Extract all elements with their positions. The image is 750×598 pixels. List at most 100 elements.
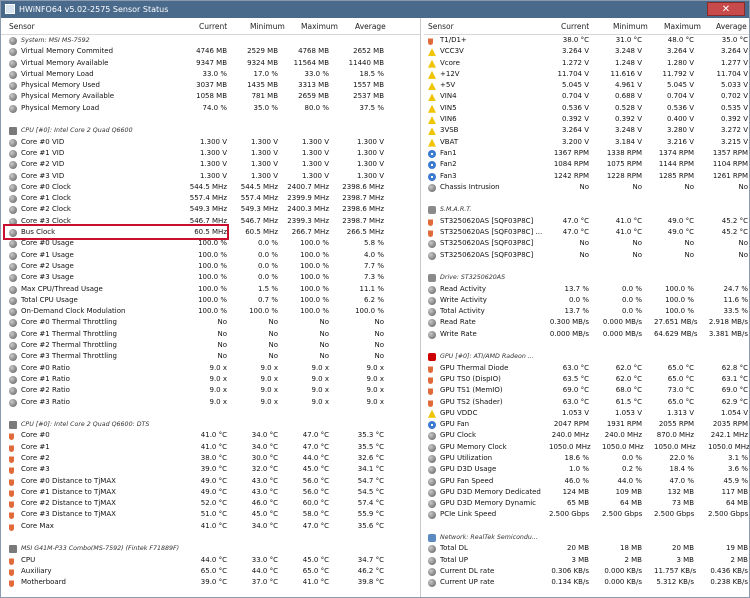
col-maximum[interactable]: Maximum	[664, 18, 701, 35]
sensor-row-5v[interactable]: +5V 5.045 V 4.961 V 5.045 V 5.033 V	[424, 80, 749, 91]
sensor-row-core-1-ratio[interactable]: Core #1 Ratio 9.0 x 9.0 x 9.0 x 9.0 x	[1, 374, 420, 385]
sensor-row-gpu-d3d-usage[interactable]: GPU D3D Usage 1.0 % 0.2 % 18.4 % 3.6 %	[424, 464, 749, 475]
sensor-row-core-2-clock[interactable]: Core #2 Clock 549.3 MHz 549.3 MHz 2400.3 MH…	[1, 204, 420, 215]
sensor-row-st3250620as-sqf03p8c[interactable]: ST3250620AS [SQF03P8C] No No No No	[424, 238, 749, 249]
sensor-row-12v[interactable]: +12V 11.704 V 11.616 V 11.792 V 11.704 V	[424, 69, 749, 80]
sensor-row-on-demand-clock-modulation[interactable]: On-Demand Clock Modulation 100.0 % 100.0 %…	[1, 306, 420, 317]
sensor-row-core-0-clock[interactable]: Core #0 Clock 544.5 MHz 544.5 MHz 2400.7 MH…	[1, 182, 420, 193]
sensor-row-total-cpu-usage[interactable]: Total CPU Usage 100.0 % 0.7 % 100.0 % 6.2 %	[1, 295, 420, 306]
sensor-row-write-rate[interactable]: Write Rate 0.000 MB/s 0.000 MB/s 64.629 MB/…	[424, 329, 749, 340]
sensor-row-current-dl-rate[interactable]: Current DL rate 0.306 KB/s 0.000 KB/s 11.75…	[424, 566, 749, 577]
sensor-row-core-3-usage[interactable]: Core #3 Usage 100.0 % 0.0 % 100.0 % 7.3 %	[1, 272, 420, 283]
sensor-row-core-2-distance-to-tjmax[interactable]: Core #2 Distance to TjMAX 52.0 °C 46.0 °C 6…	[1, 498, 420, 509]
sensor-row-core-2-vid[interactable]: Core #2 VID 1.300 V 1.300 V 1.300 V 1.300 V	[1, 159, 420, 170]
sensor-group-header[interactable]: GPU [#0]: ATI/AMD Radeon ...	[424, 351, 749, 362]
sensor-row-vin4[interactable]: VIN4 0.704 V 0.688 V 0.704 V 0.702 V	[424, 91, 749, 102]
sensor-row-read-rate[interactable]: Read Rate 0.300 MB/s 0.000 MB/s 27.651 MB/s…	[424, 317, 749, 328]
sensor-row-3vsb[interactable]: 3VSB 3.264 V 3.248 V 3.280 V 3.272 V	[424, 125, 749, 136]
sensor-row-gpu-clock[interactable]: GPU Clock 240.0 MHz 240.0 MHz 870.0 MHz 242.…	[424, 430, 749, 441]
sensor-row-core-1-usage[interactable]: Core #1 Usage 100.0 % 0.0 % 100.0 % 4.0 %	[1, 250, 420, 261]
sensor-row-core-max[interactable]: Core Max 41.0 °C 34.0 °C 47.0 °C 35.6 °C	[1, 521, 420, 532]
sensor-group-header[interactable]: S.M.A.R.T.	[424, 204, 749, 215]
sensor-row-core-1-distance-to-tjmax[interactable]: Core #1 Distance to TjMAX 49.0 °C 43.0 °C 5…	[1, 487, 420, 498]
sensor-row-core-1-thermal-throttling[interactable]: Core #1 Thermal Throttling No No No No	[1, 329, 420, 340]
sensor-row-core-2[interactable]: Core #2 38.0 °C 30.0 °C 44.0 °C 32.6 °C	[1, 453, 420, 464]
sensor-row-cpu[interactable]: CPU 44.0 °C 33.0 °C 45.0 °C 34.7 °C	[1, 555, 420, 566]
sensor-row-gpu-thermal-diode[interactable]: GPU Thermal Diode 63.0 °C 62.0 °C 65.0 °C 62…	[424, 363, 749, 374]
sensor-row-core-1-vid[interactable]: Core #1 VID 1.300 V 1.300 V 1.300 V 1.300 V	[1, 148, 420, 159]
sensor-row-bus-clock[interactable]: Bus Clock 60.5 MHz 60.5 MHz 266.7 MHz 266.5 …	[1, 227, 420, 238]
sensor-row-core-3-thermal-throttling[interactable]: Core #3 Thermal Throttling No No No No	[1, 351, 420, 362]
sensor-group-header[interactable]: System: MSI MS-7592	[1, 35, 420, 46]
sensor-row-gpu-vddc[interactable]: GPU VDDC 1.053 V 1.053 V 1.313 V 1.054 V	[424, 408, 749, 419]
sensor-row-core-2-usage[interactable]: Core #2 Usage 100.0 % 0.0 % 100.0 % 7.7 %	[1, 261, 420, 272]
sensor-row-gpu-d3d-memory-dedicated[interactable]: GPU D3D Memory Dedicated 124 MB 109 MB 132 …	[424, 487, 749, 498]
sensor-row-motherboard[interactable]: Motherboard 39.0 °C 37.0 °C 41.0 °C 39.8 °C	[1, 577, 420, 588]
sensor-row-core-3-ratio[interactable]: Core #3 Ratio 9.0 x 9.0 x 9.0 x 9.0 x	[1, 397, 420, 408]
sensor-group-header[interactable]: Network: RealTek Semicondu...	[424, 532, 749, 543]
sensor-row-gpu-d3d-memory-dynamic[interactable]: GPU D3D Memory Dynamic 65 MB 64 MB 73 MB 64 …	[424, 498, 749, 509]
sensor-row-vin5[interactable]: VIN5 0.536 V 0.528 V 0.536 V 0.535 V	[424, 103, 749, 114]
sensor-row-max-cpu-thread-usage[interactable]: Max CPU/Thread Usage 100.0 % 1.5 % 100.0 % 1…	[1, 284, 420, 295]
sensor-group-header[interactable]: CPU [#0]: Intel Core 2 Quad Q6600	[1, 125, 420, 136]
sensor-row-gpu-memory-clock[interactable]: GPU Memory Clock 1050.0 MHz 1050.0 MHz 1050…	[424, 442, 749, 453]
sensor-row-core-3-vid[interactable]: Core #3 VID 1.300 V 1.300 V 1.300 V 1.300 V	[1, 171, 420, 182]
sensor-row-gpu-ts0-dispio[interactable]: GPU TS0 (DispIO) 63.5 °C 62.0 °C 65.0 °C 63.…	[424, 374, 749, 385]
col-current[interactable]: Current	[199, 18, 227, 35]
sensor-row-st3250620as-sqf03p8c[interactable]: ST3250620AS [SQF03P8C] 47.0 °C 41.0 °C 49.0…	[424, 216, 749, 227]
sensor-row-vbat[interactable]: VBAT 3.200 V 3.184 V 3.216 V 3.215 V	[424, 137, 749, 148]
sensor-row-core-3[interactable]: Core #3 39.0 °C 32.0 °C 45.0 °C 34.1 °C	[1, 464, 420, 475]
title-bar[interactable]: HWiNFO64 v5.02-2575 Sensor Status ✕	[1, 1, 749, 18]
col-minimum[interactable]: Minimum	[613, 18, 648, 35]
sensor-row-auxiliary[interactable]: Auxiliary 65.0 °C 44.0 °C 65.0 °C 46.2 °C	[1, 566, 420, 577]
sensor-row-gpu-ts1-memio[interactable]: GPU TS1 (MemIO) 69.0 °C 68.0 °C 73.0 °C 69.0…	[424, 385, 749, 396]
sensor-row-vcore[interactable]: Vcore 1.272 V 1.248 V 1.280 V 1.277 V	[424, 58, 749, 69]
sensor-row-fan3[interactable]: Fan3 1242 RPM 1228 RPM 1285 RPM 1261 RPM	[424, 171, 749, 182]
sensor-row-core-1[interactable]: Core #1 41.0 °C 34.0 °C 47.0 °C 35.5 °C	[1, 442, 420, 453]
sensor-row-physical-memory-used[interactable]: Physical Memory Used 3037 MB 1435 MB 3313 M…	[1, 80, 420, 91]
sensor-row-chassis-intrusion[interactable]: Chassis Intrusion No No No No	[424, 182, 749, 193]
close-button[interactable]: ✕	[707, 2, 745, 16]
sensor-row-gpu-fan[interactable]: GPU Fan 2047 RPM 1931 RPM 2055 RPM 2035 RPM	[424, 419, 749, 430]
sensor-row-st3250620as-sqf03p8c[interactable]: ST3250620AS [SQF03P8C] No No No No	[424, 250, 749, 261]
sensor-row-core-0-distance-to-tjmax[interactable]: Core #0 Distance to TjMAX 49.0 °C 43.0 °C 5…	[1, 476, 420, 487]
sensor-row-total-up[interactable]: Total UP 3 MB 2 MB 3 MB 2 MB	[424, 555, 749, 566]
sensor-row-virtual-memory-load[interactable]: Virtual Memory Load 33.0 % 17.0 % 33.0 % 18.…	[1, 69, 420, 80]
sensor-group-header[interactable]: Drive: ST3250620AS	[424, 272, 749, 283]
sensor-row-pcie-link-speed[interactable]: PCIe Link Speed 2.500 Gbps 2.500 Gbps 2.500…	[424, 509, 749, 520]
sensor-row-fan1[interactable]: Fan1 1367 RPM 1338 RPM 1374 RPM 1357 RPM	[424, 148, 749, 159]
sensor-row-fan2[interactable]: Fan2 1084 RPM 1075 RPM 1144 RPM 1104 RPM	[424, 159, 749, 170]
sensor-row-core-0[interactable]: Core #0 41.0 °C 34.0 °C 47.0 °C 35.3 °C	[1, 430, 420, 441]
sensor-row-core-3-distance-to-tjmax[interactable]: Core #3 Distance to TjMAX 51.0 °C 45.0 °C 5…	[1, 509, 420, 520]
sensor-row-vcc3v[interactable]: VCC3V 3.264 V 3.248 V 3.264 V 3.264 V	[424, 46, 749, 57]
sensor-group-header[interactable]: MSI G41M-P33 Combo(MS-7592) (Fintek F718…	[1, 543, 420, 554]
sensor-row-virtual-memory-commited[interactable]: Virtual Memory Commited 4746 MB 2529 MB 476…	[1, 46, 420, 57]
sensor-row-core-2-ratio[interactable]: Core #2 Ratio 9.0 x 9.0 x 9.0 x 9.0 x	[1, 385, 420, 396]
sensor-group-header[interactable]: CPU [#0]: Intel Core 2 Quad Q6600: DTS	[1, 419, 420, 430]
col-average[interactable]: Average	[716, 18, 747, 35]
col-sensor[interactable]: Sensor	[9, 18, 35, 35]
sensor-row-virtual-memory-available[interactable]: Virtual Memory Available 9347 MB 9324 MB 11…	[1, 58, 420, 69]
sensor-row-gpu-utilization[interactable]: GPU Utilization 18.6 % 0.0 % 22.0 % 3.1 %	[424, 453, 749, 464]
sensor-row-core-1-clock[interactable]: Core #1 Clock 557.4 MHz 557.4 MHz 2399.9 MH…	[1, 193, 420, 204]
left-sensor-pane[interactable]: Sensor Current Minimum Maximum Average S…	[1, 18, 421, 597]
sensor-row-total-activity[interactable]: Total Activity 13.7 % 0.0 % 100.0 % 33.5 %	[424, 306, 749, 317]
sensor-row-core-3-clock[interactable]: Core #3 Clock 546.7 MHz 546.7 MHz 2399.3 MH…	[1, 216, 420, 227]
col-average[interactable]: Average	[355, 18, 386, 35]
right-sensor-pane[interactable]: Sensor Current Minimum Maximum Average T…	[424, 18, 749, 597]
sensor-row-total-dl[interactable]: Total DL 20 MB 18 MB 20 MB 19 MB	[424, 543, 749, 554]
col-minimum[interactable]: Minimum	[250, 18, 285, 35]
sensor-row-write-activity[interactable]: Write Activity 0.0 % 0.0 % 100.0 % 11.6 %	[424, 295, 749, 306]
sensor-row-core-0-ratio[interactable]: Core #0 Ratio 9.0 x 9.0 x 9.0 x 9.0 x	[1, 363, 420, 374]
sensor-row-core-0-thermal-throttling[interactable]: Core #0 Thermal Throttling No No No No	[1, 317, 420, 328]
sensor-row-read-activity[interactable]: Read Activity 13.7 % 0.0 % 100.0 % 24.7 %	[424, 284, 749, 295]
sensor-row-t1-d1[interactable]: T1/D1+ 38.0 °C 31.0 °C 48.0 °C 35.0 °C	[424, 35, 749, 46]
sensor-row-core-0-usage[interactable]: Core #0 Usage 100.0 % 0.0 % 100.0 % 5.8 %	[1, 238, 420, 249]
sensor-row-gpu-fan-speed[interactable]: GPU Fan Speed 46.0 % 44.0 % 47.0 % 45.9 %	[424, 476, 749, 487]
col-maximum[interactable]: Maximum	[301, 18, 338, 35]
sensor-row-vin6[interactable]: VIN6 0.392 V 0.392 V 0.400 V 0.392 V	[424, 114, 749, 125]
sensor-row-physical-memory-available[interactable]: Physical Memory Available 1058 MB 781 MB 26…	[1, 91, 420, 102]
sensor-row-core-0-vid[interactable]: Core #0 VID 1.300 V 1.300 V 1.300 V 1.300 V	[1, 137, 420, 148]
col-current[interactable]: Current	[561, 18, 589, 35]
sensor-row-st3250620as-sqf03p8c[interactable]: ST3250620AS [SQF03P8C] ... 47.0 °C 41.0 °C…	[424, 227, 749, 238]
